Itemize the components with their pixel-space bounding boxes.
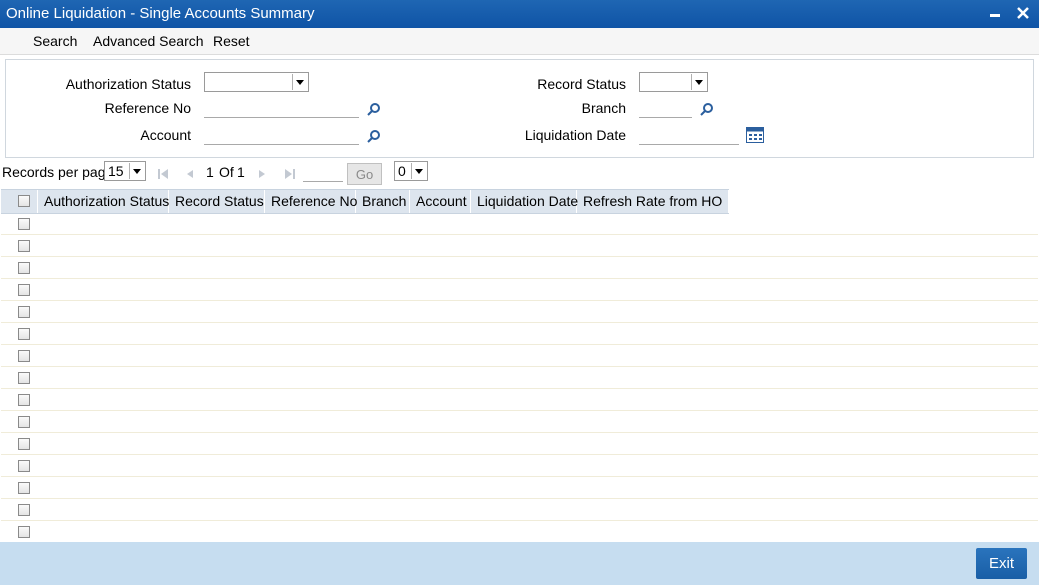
row-checkbox[interactable] <box>18 372 30 384</box>
table-row <box>1 300 1038 301</box>
column-header[interactable]: Refresh Rate from HO <box>577 190 729 213</box>
column-header[interactable]: Reference No <box>265 190 357 213</box>
table-row <box>1 322 1038 323</box>
select-all-checkbox[interactable] <box>18 195 30 207</box>
close-icon[interactable] <box>1014 4 1032 22</box>
liquidation-date-label: Liquidation Date <box>524 127 626 143</box>
page-number-input[interactable] <box>303 162 343 182</box>
page-select[interactable]: 0 <box>394 161 428 181</box>
table-row <box>1 344 1038 345</box>
chevron-down-icon <box>691 74 706 90</box>
results-table-header: Authorization Status Record Status Refer… <box>1 189 729 214</box>
menu-bar: Search Advanced Search Reset <box>0 28 1039 55</box>
first-page-icon[interactable] <box>157 168 169 180</box>
footer-bar <box>0 542 1039 585</box>
column-header[interactable]: Authorization Status <box>38 190 169 213</box>
reset-menu-item[interactable]: Reset <box>213 33 250 49</box>
row-checkbox[interactable] <box>18 240 30 252</box>
table-row <box>1 476 1038 477</box>
row-checkbox[interactable] <box>18 262 30 274</box>
table-row <box>1 432 1038 433</box>
go-button[interactable]: Go <box>347 163 382 185</box>
column-header[interactable]: Account <box>410 190 471 213</box>
table-row <box>1 278 1038 279</box>
minimize-icon[interactable] <box>986 4 1004 22</box>
close-glyph <box>1017 7 1029 19</box>
row-checkbox[interactable] <box>18 438 30 450</box>
row-checkbox[interactable] <box>18 460 30 472</box>
minimize-glyph <box>990 14 1000 17</box>
row-checkbox[interactable] <box>18 284 30 296</box>
records-per-page-value: 15 <box>108 163 124 179</box>
column-header[interactable]: Liquidation Date <box>471 190 578 213</box>
search-icon[interactable] <box>367 102 381 116</box>
next-page-icon[interactable] <box>256 168 268 180</box>
advanced-search-menu-item[interactable]: Advanced Search <box>93 33 204 49</box>
liquidation-date-input[interactable] <box>639 125 739 145</box>
row-checkbox[interactable] <box>18 328 30 340</box>
reference-no-label: Reference No <box>104 100 191 116</box>
table-row <box>1 388 1038 389</box>
table-row <box>1 410 1038 411</box>
row-checkbox[interactable] <box>18 482 30 494</box>
select-all-cell <box>1 190 38 213</box>
row-checkbox[interactable] <box>18 416 30 428</box>
reference-no-input[interactable] <box>204 98 359 118</box>
row-checkbox[interactable] <box>18 394 30 406</box>
record-status-label: Record Status <box>537 76 626 92</box>
chevron-down-icon <box>292 74 307 90</box>
records-per-page-label: Records per page <box>2 164 114 180</box>
table-row <box>1 256 1038 257</box>
account-input[interactable] <box>204 125 359 145</box>
total-pages: 1 <box>237 164 245 180</box>
authorization-status-select[interactable] <box>204 72 309 92</box>
search-icon[interactable] <box>367 129 381 143</box>
row-checkbox[interactable] <box>18 218 30 230</box>
calendar-icon[interactable] <box>746 127 764 143</box>
table-row <box>1 454 1038 455</box>
pagination-bar: Records per page 15 1 Of 1 Go 0 <box>0 160 1039 188</box>
branch-label: Branch <box>581 100 626 116</box>
search-menu-item[interactable]: Search <box>33 33 77 49</box>
last-page-icon[interactable] <box>284 168 296 180</box>
chevron-down-icon <box>411 163 426 179</box>
window-title: Online Liquidation - Single Accounts Sum… <box>6 5 315 22</box>
previous-page-icon[interactable] <box>184 168 196 180</box>
column-header[interactable]: Branch <box>356 190 410 213</box>
exit-button[interactable]: Exit <box>976 548 1027 579</box>
row-checkbox[interactable] <box>18 526 30 538</box>
row-checkbox[interactable] <box>18 306 30 318</box>
of-label: Of <box>219 164 234 180</box>
record-status-select[interactable] <box>639 72 708 92</box>
table-row <box>1 234 1038 235</box>
column-header[interactable]: Record Status <box>169 190 265 213</box>
title-bar: Online Liquidation - Single Accounts Sum… <box>0 0 1039 28</box>
table-row <box>1 366 1038 367</box>
branch-input[interactable] <box>639 98 692 118</box>
row-checkbox[interactable] <box>18 350 30 362</box>
table-row <box>1 498 1038 499</box>
page-select-value: 0 <box>398 163 406 179</box>
records-per-page-select[interactable]: 15 <box>104 161 146 181</box>
account-label: Account <box>140 127 191 143</box>
authorization-status-label: Authorization Status <box>65 76 191 92</box>
search-icon[interactable] <box>700 102 714 116</box>
current-page: 1 <box>206 164 214 180</box>
chevron-down-icon <box>129 163 144 179</box>
row-checkbox[interactable] <box>18 504 30 516</box>
table-row <box>1 520 1038 521</box>
